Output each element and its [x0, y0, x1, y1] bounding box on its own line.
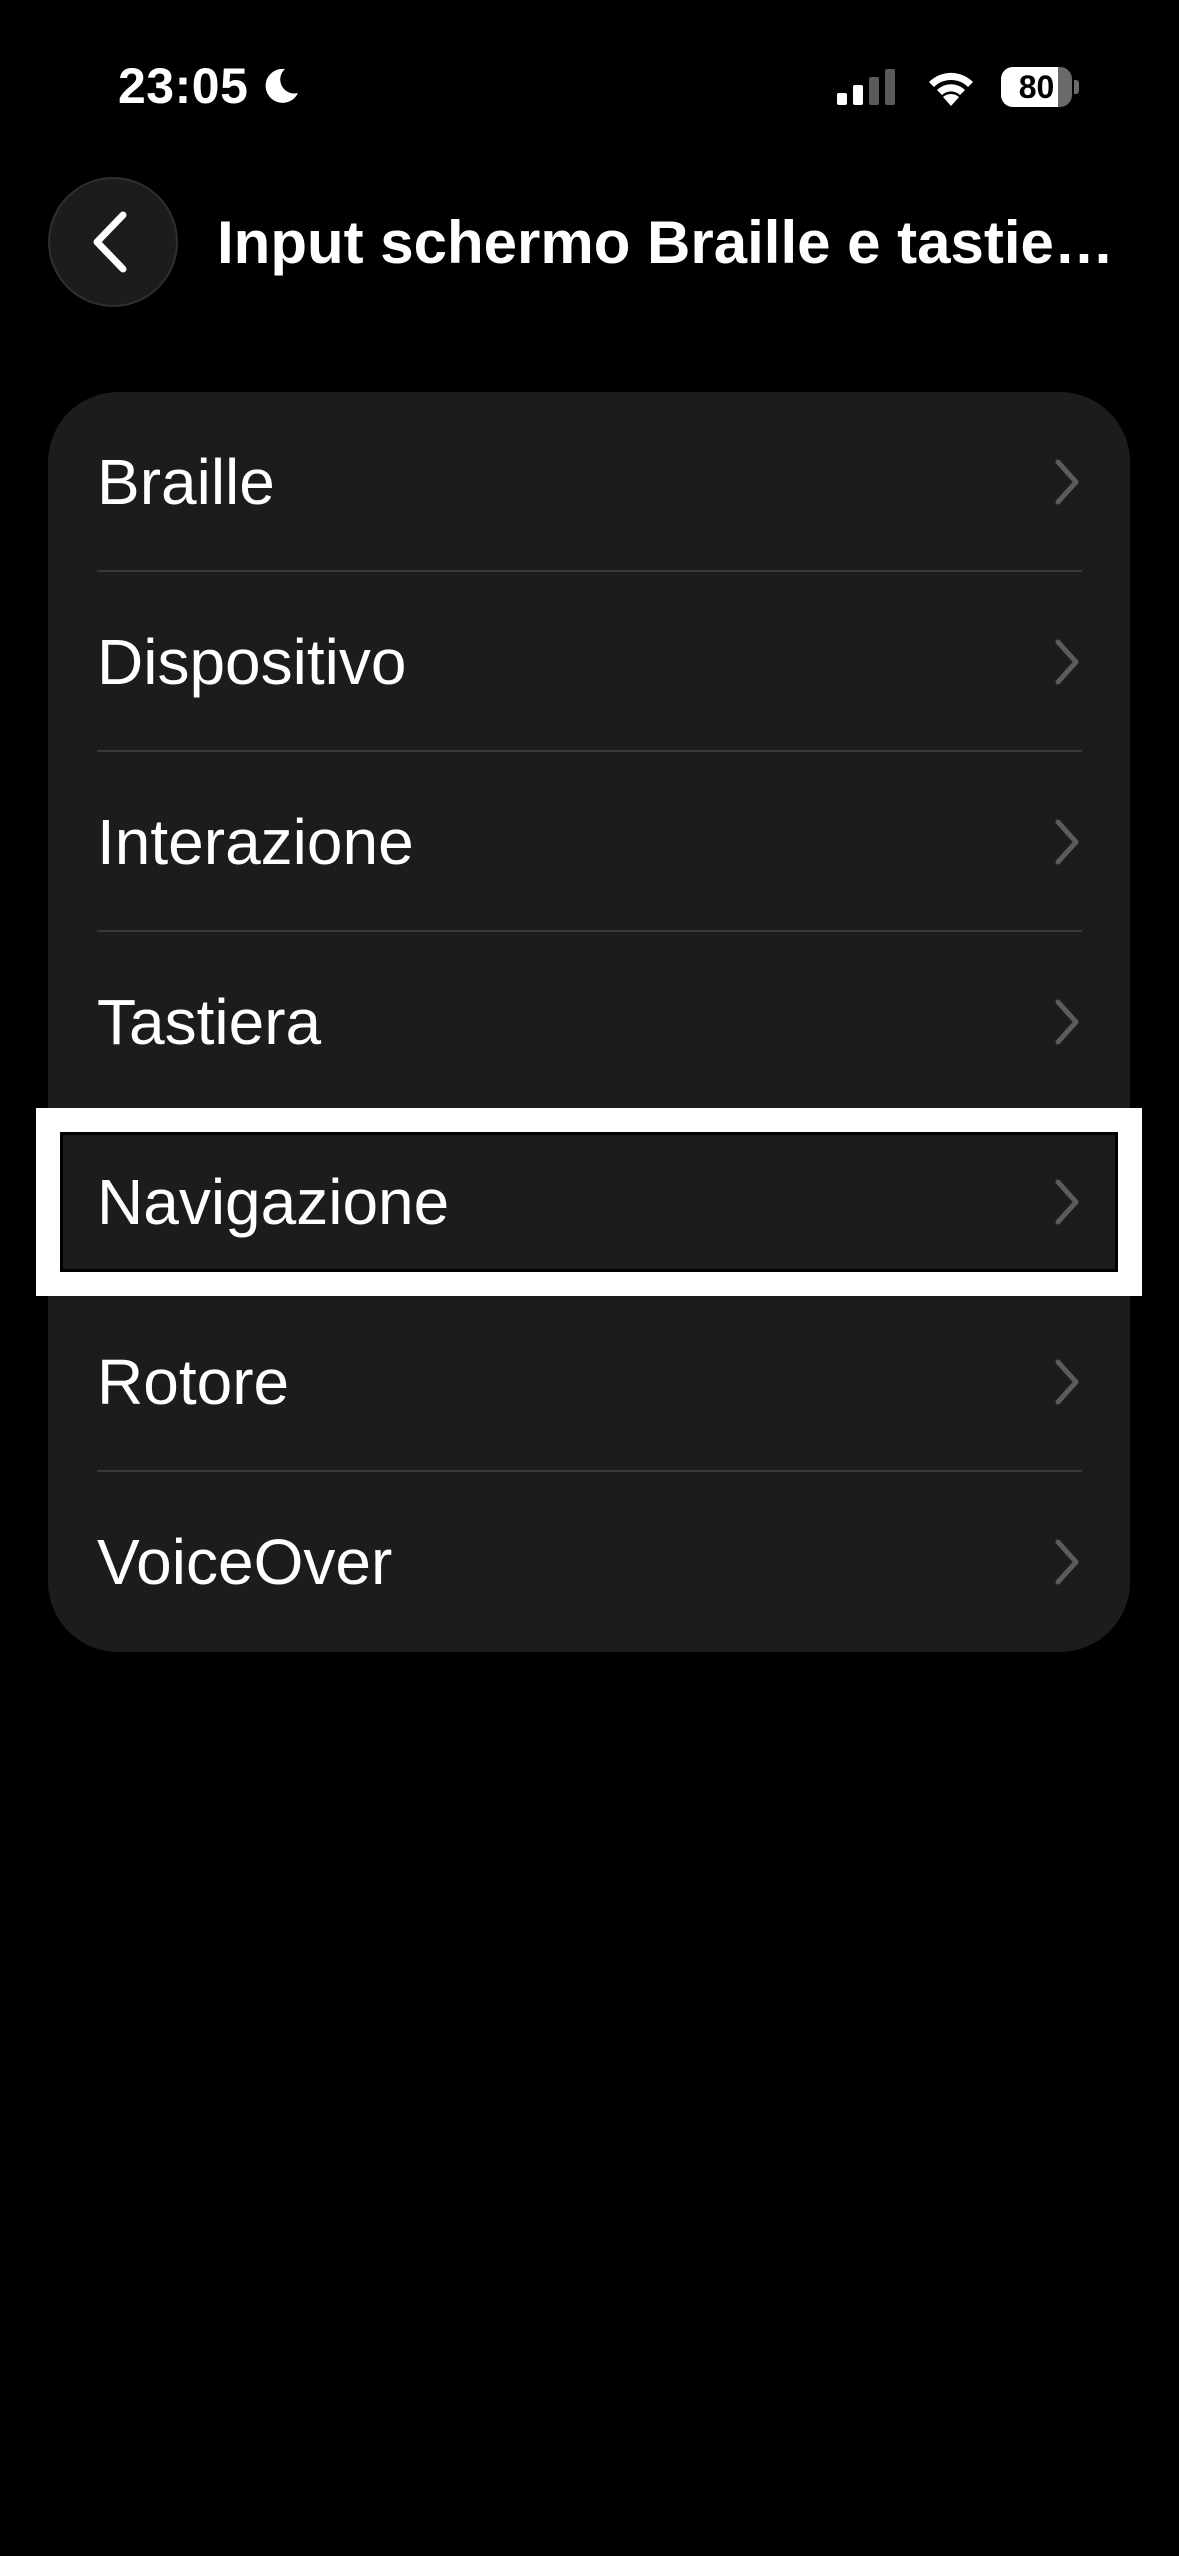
- chevron-right-icon: [1055, 1179, 1079, 1225]
- battery-nub: [1074, 80, 1079, 94]
- status-time-group: 23:05: [118, 56, 302, 116]
- settings-row-voiceover[interactable]: VoiceOver: [48, 1472, 1130, 1652]
- chevron-right-icon: [1055, 1359, 1079, 1405]
- settings-row-label: VoiceOver: [97, 1526, 393, 1598]
- battery-percent-text: 80: [1018, 68, 1055, 105]
- cellular-signal-icon: [837, 69, 895, 105]
- chevron-right-icon: [1055, 1539, 1079, 1585]
- chevron-left-icon: [93, 211, 127, 273]
- settings-row-braille[interactable]: Braille: [48, 392, 1130, 572]
- settings-row-label: Tastiera: [97, 986, 322, 1058]
- chevron-right-icon: [1055, 999, 1079, 1045]
- settings-row-navigazione[interactable]: Navigazione: [36, 1108, 1142, 1296]
- settings-row-label: Braille: [97, 446, 275, 518]
- status-time: 23:05: [118, 58, 249, 114]
- settings-row-tastiera[interactable]: Tastiera: [48, 932, 1130, 1112]
- battery-indicator: 80: [1001, 66, 1079, 108]
- moon-icon: [265, 68, 299, 103]
- settings-row-label: Interazione: [97, 806, 414, 878]
- settings-row-interazione[interactable]: Interazione: [48, 752, 1130, 932]
- settings-row-rotore[interactable]: Rotore: [48, 1292, 1130, 1472]
- status-bar: 23:05 80: [0, 0, 1179, 175]
- chevron-right-icon: [1055, 459, 1079, 505]
- settings-row-dispositivo[interactable]: Dispositivo: [48, 572, 1130, 752]
- settings-list: Braille Dispositivo Interazione Tastiera Nav…: [36, 392, 1142, 1652]
- chevron-right-icon: [1055, 819, 1079, 865]
- chevron-right-icon: [1055, 639, 1079, 685]
- back-button[interactable]: [48, 177, 178, 307]
- status-icons: 80: [835, 62, 1079, 112]
- settings-row-label: Dispositivo: [97, 626, 407, 698]
- settings-row-label: Navigazione: [97, 1166, 450, 1238]
- settings-row-label: Rotore: [97, 1346, 290, 1418]
- page-title: Input schermo Braille e tastiere Braille: [217, 209, 1127, 276]
- wifi-icon: [929, 72, 973, 106]
- battery-body: 80: [1001, 67, 1073, 107]
